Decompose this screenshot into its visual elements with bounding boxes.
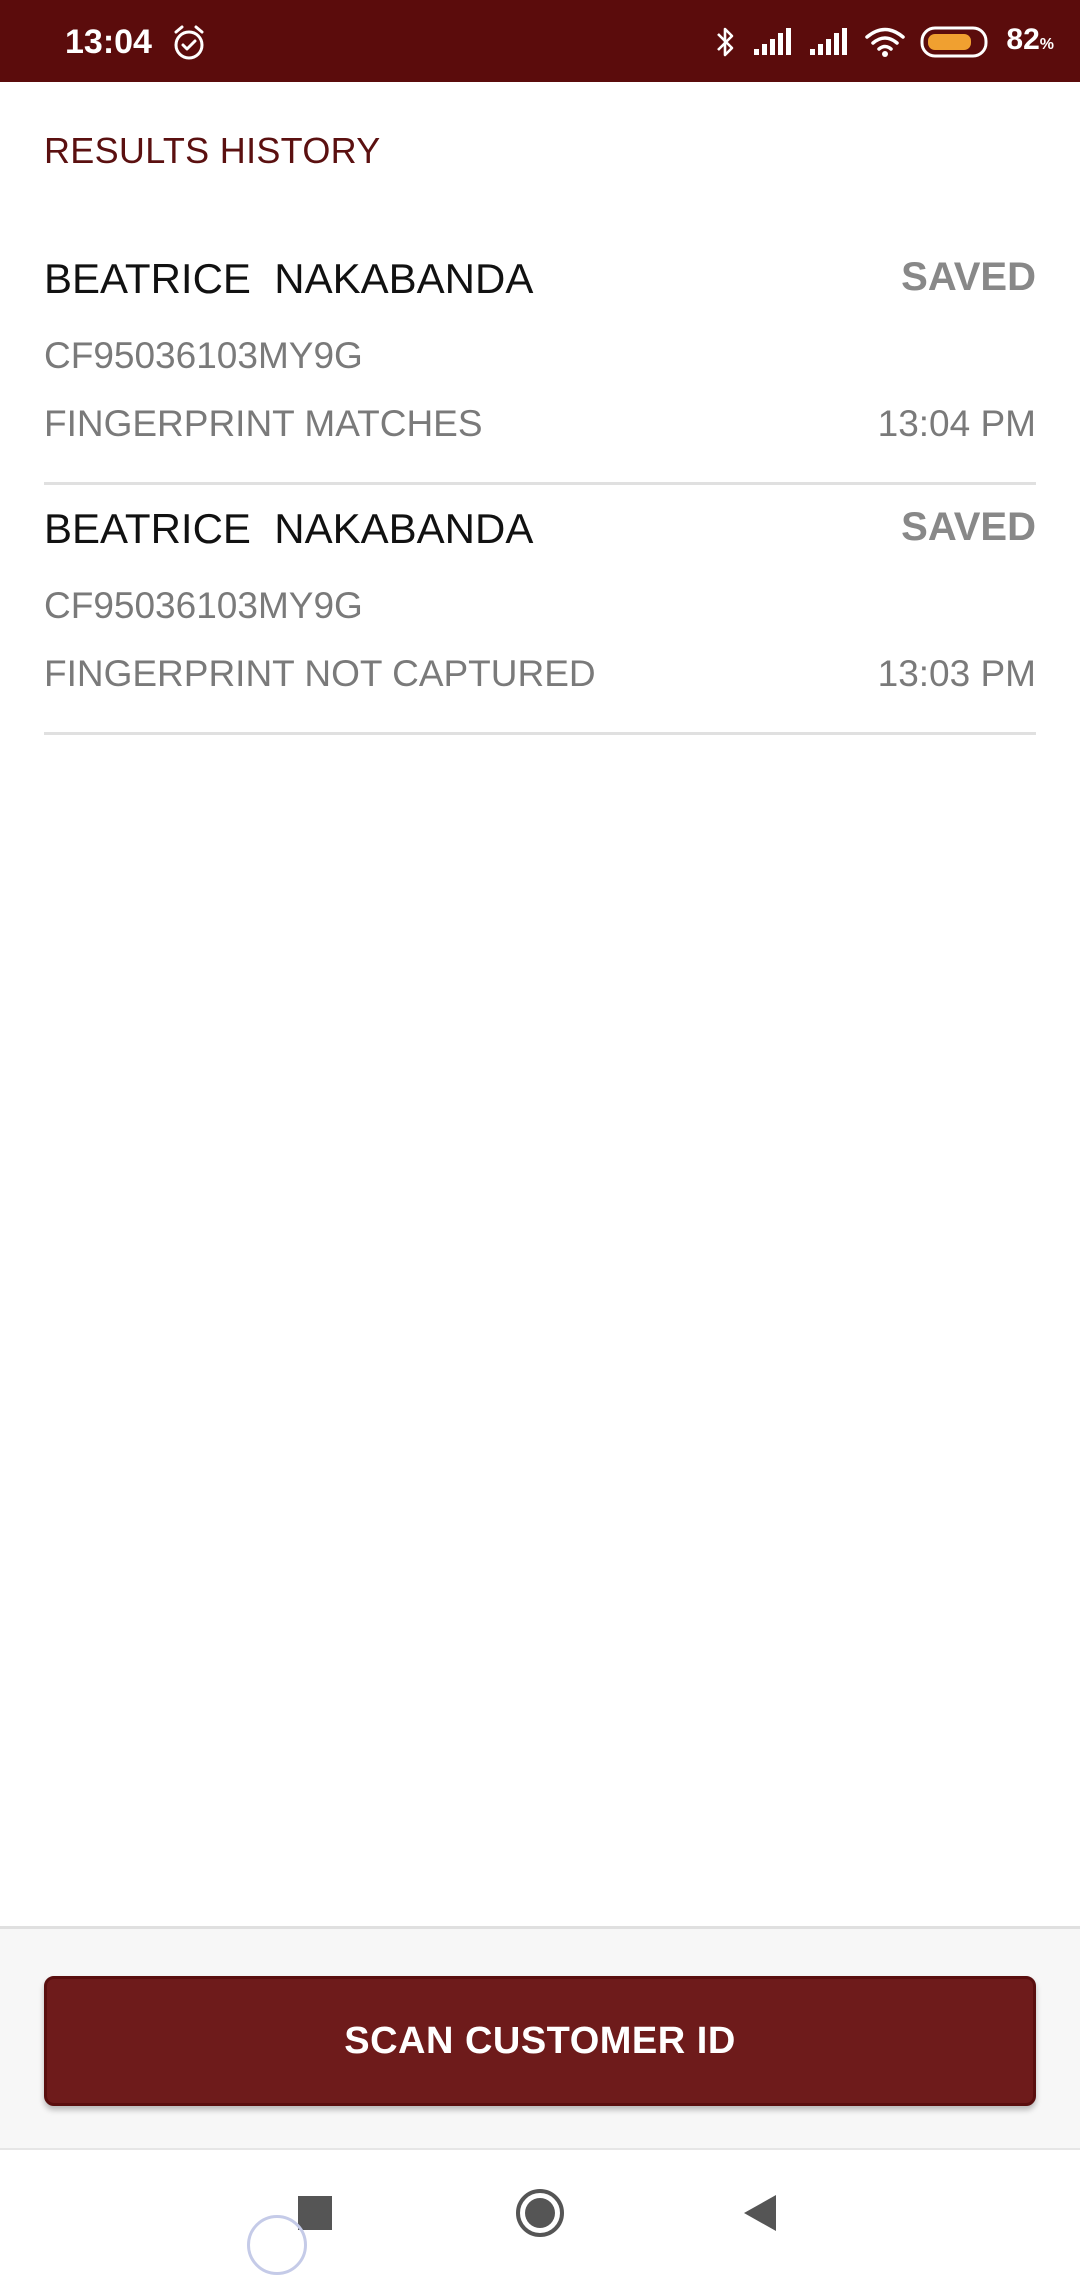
alarm-icon bbox=[170, 24, 208, 62]
touch-indicator bbox=[247, 2215, 307, 2275]
battery-percent-unit: % bbox=[1039, 35, 1054, 53]
result-time: 13:04 PM bbox=[877, 403, 1036, 444]
battery-icon bbox=[920, 25, 992, 59]
page-title: RESULTS HISTORY bbox=[44, 130, 381, 171]
results-history-list: BEATRICE NAKABANDA SAVED CF95036103MY9G … bbox=[44, 235, 1036, 735]
back-icon bbox=[742, 2193, 778, 2238]
status-icons: 82% bbox=[714, 20, 1054, 64]
result-time: 13:03 PM bbox=[877, 653, 1036, 694]
bluetooth-icon bbox=[714, 24, 738, 60]
verification-result: FINGERPRINT NOT CAPTURED bbox=[44, 653, 596, 694]
status-label: SAVED bbox=[901, 505, 1036, 549]
customer-id: CF95036103MY9G bbox=[44, 335, 363, 376]
customer-name: BEATRICE NAKABANDA bbox=[44, 505, 534, 552]
wifi-icon bbox=[864, 26, 906, 58]
customer-name: BEATRICE NAKABANDA bbox=[44, 255, 534, 302]
status-label: SAVED bbox=[901, 255, 1036, 299]
verification-result: FINGERPRINT MATCHES bbox=[44, 403, 483, 444]
history-item[interactable]: BEATRICE NAKABANDA SAVED CF95036103MY9G … bbox=[44, 485, 1036, 735]
customer-id: CF95036103MY9G bbox=[44, 585, 363, 626]
action-area: SCAN CUSTOMER ID bbox=[0, 1926, 1080, 2150]
home-icon bbox=[514, 2187, 566, 2244]
back-button[interactable] bbox=[700, 2150, 820, 2280]
status-time: 13:04 bbox=[65, 23, 152, 61]
signal-icon bbox=[752, 27, 794, 57]
scan-customer-id-button[interactable]: SCAN CUSTOMER ID bbox=[44, 1976, 1036, 2106]
home-button[interactable] bbox=[480, 2150, 600, 2280]
status-bar: 13:04 82% bbox=[0, 0, 1080, 82]
battery-percent: 82% bbox=[1006, 22, 1054, 56]
signal-icon bbox=[808, 27, 850, 57]
history-item[interactable]: BEATRICE NAKABANDA SAVED CF95036103MY9G … bbox=[44, 235, 1036, 485]
navigation-bar bbox=[0, 2150, 1080, 2280]
